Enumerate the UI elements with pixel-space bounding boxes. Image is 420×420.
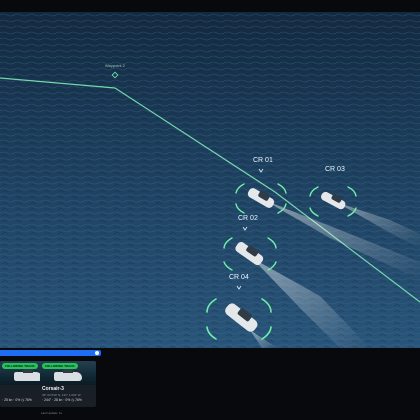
waypoint-label: Waypoint 2 [105,63,126,68]
fleet-panel: FOLLOWING TRACK · 25 kn · 0% ◷ 76% FOLLO… [0,348,420,420]
vessel-card[interactable]: FOLLOWING TRACK Corsair-3 36° 02.530' N,… [40,361,96,407]
close-icon[interactable] [95,351,99,355]
vessel-position: 36° 02.530' N, 141° 1.032' W [42,393,81,397]
top-bar [0,0,420,12]
ocean-canvas: Waypoint 2 CR 01 CR 03 CR 02 CR 04 [0,12,420,348]
vessel-stats: · 244° · 28 kn · 0% ◷ 76% [42,398,82,402]
fleet-panel-header[interactable] [0,350,101,356]
vessel-label-cr03: CR 03 [325,166,345,173]
vessel-label-cr01: CR 01 [253,157,273,164]
vessel-stats: · 25 kn · 0% ◷ 76% [2,398,32,402]
vessel-label-cr02: CR 02 [238,215,258,222]
vessel-label-cr04: CR 04 [229,274,249,281]
last-update-text: Last Update: 1s [41,411,63,415]
status-badge: FOLLOWING TRACK [2,363,38,369]
status-badge: FOLLOWING TRACK [42,363,78,369]
boat-icon [54,368,82,381]
vessel-name: Corsair-3 [42,386,64,392]
wave-texture [0,12,420,348]
boat-icon [14,368,42,381]
map-view[interactable]: Waypoint 2 CR 01 CR 03 CR 02 CR 04 [0,12,420,348]
